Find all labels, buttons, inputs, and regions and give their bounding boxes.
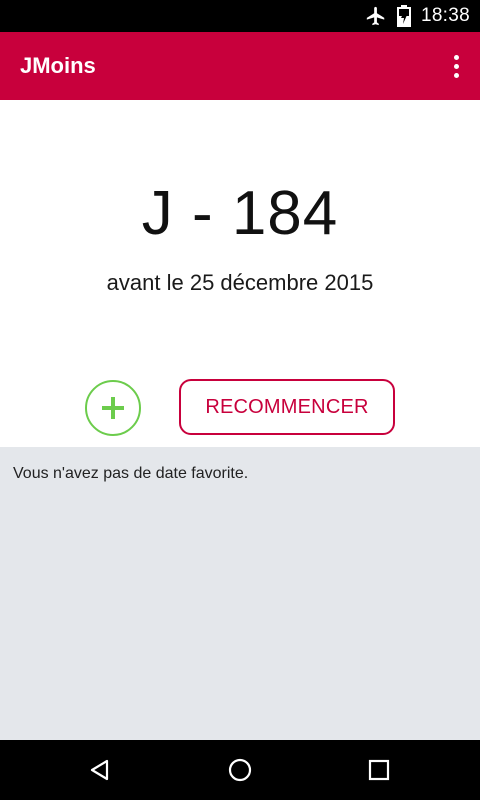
- add-favorite-button[interactable]: [85, 380, 141, 436]
- home-button[interactable]: [222, 752, 258, 788]
- home-icon: [228, 758, 252, 782]
- plus-icon: [102, 397, 124, 419]
- navigation-bar: [0, 740, 480, 800]
- recents-button[interactable]: [361, 752, 397, 788]
- reset-button[interactable]: RECOMMENCER: [179, 379, 395, 435]
- airplane-icon: [365, 5, 387, 27]
- countdown-panel: J - 184 avant le 25 décembre 2015 RECOMM…: [0, 100, 480, 447]
- overflow-menu-icon: [453, 54, 459, 60]
- countdown-target-date: avant le 25 décembre 2015: [106, 270, 374, 295]
- app-bar: JMoins: [0, 32, 480, 100]
- overflow-menu-button[interactable]: [444, 48, 468, 84]
- recents-icon: [368, 759, 390, 781]
- back-button[interactable]: [82, 752, 118, 788]
- status-bar: 18:38: [0, 0, 480, 32]
- empty-favorites-message: Vous n'avez pas de date favorite.: [13, 465, 249, 482]
- app-title: JMoins: [20, 53, 96, 78]
- battery-charging-icon: [396, 5, 411, 27]
- favorites-list: Vous n'avez pas de date favorite.: [0, 447, 480, 740]
- back-icon: [90, 759, 109, 781]
- status-time: 18:38: [420, 5, 470, 26]
- countdown-value: J - 184: [141, 179, 339, 248]
- status-indicators: 18:38: [365, 0, 470, 32]
